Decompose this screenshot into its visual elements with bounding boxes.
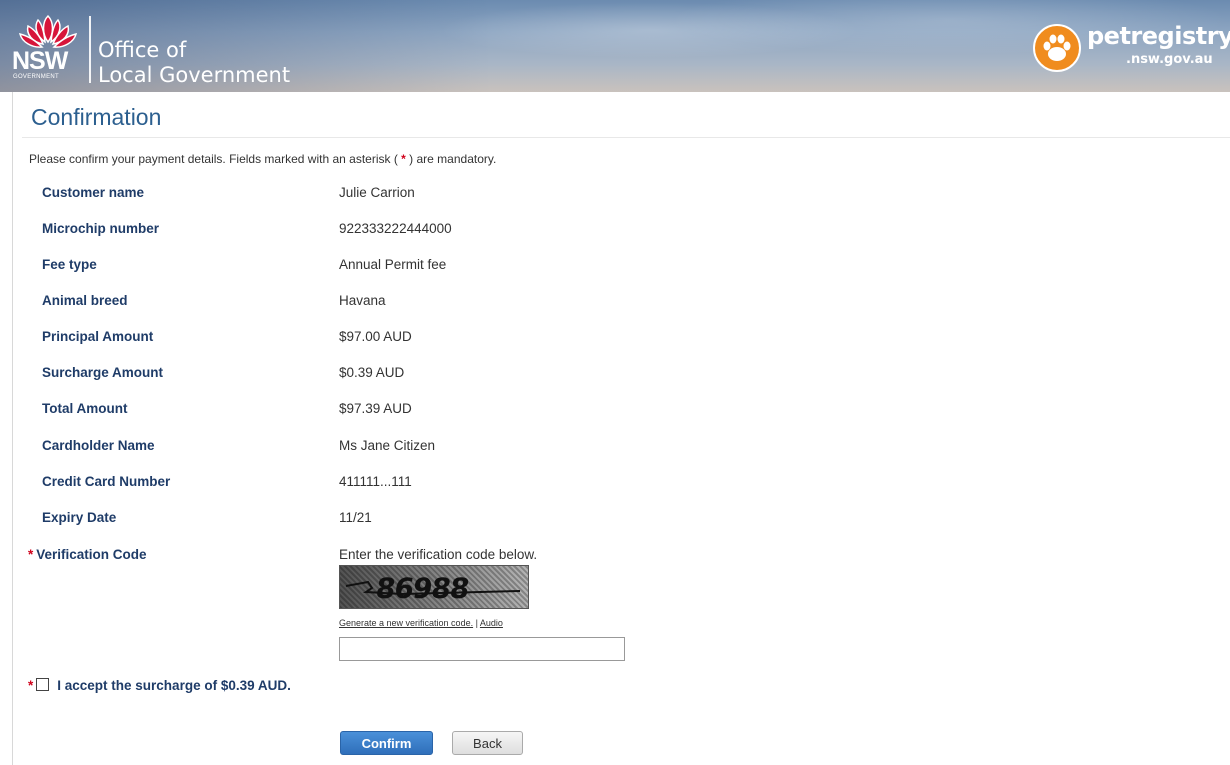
detail-row-microchip-number: Microchip number 922333222444000 — [0, 221, 1230, 241]
detail-label: Surcharge Amount — [42, 365, 164, 380]
office-title-line1: Office of — [98, 38, 187, 62]
detail-row-customer-name: Customer name Julie Carrion — [0, 185, 1230, 205]
detail-label: Credit Card Number — [42, 474, 171, 489]
detail-value: Annual Permit fee — [339, 257, 447, 272]
detail-row-principal-amount: Principal Amount $97.00 AUD — [0, 329, 1230, 349]
petregistry-name: petregistry — [1087, 22, 1230, 50]
link-separator: | — [473, 618, 480, 628]
regenerate-captcha-link[interactable]: Generate a new verification code. — [339, 618, 473, 628]
detail-value: 922333222444000 — [339, 221, 452, 236]
detail-row-surcharge-amount: Surcharge Amount $0.39 AUD — [0, 365, 1230, 385]
detail-value: Ms Jane Citizen — [339, 438, 436, 453]
detail-label: Total Amount — [42, 401, 128, 416]
accept-surcharge-label[interactable]: I accept the surcharge of $0.39 AUD. — [57, 678, 291, 693]
surcharge-acceptance: * I accept the surcharge of $0.39 AUD. — [28, 678, 291, 693]
detail-label: Animal breed — [42, 293, 128, 308]
detail-row-fee-type: Fee type Annual Permit fee — [0, 257, 1230, 277]
detail-label: Expiry Date — [42, 510, 117, 525]
office-title: Office of Local Government — [98, 38, 290, 88]
confirm-button[interactable]: Confirm — [340, 731, 433, 755]
intro-text-start: Please confirm your payment details. Fie… — [29, 152, 402, 166]
detail-value: $97.00 AUD — [339, 329, 412, 344]
petregistry-domain: .nsw.gov.au — [1126, 52, 1213, 67]
captcha-links: Generate a new verification code. | Audi… — [339, 618, 503, 628]
detail-row-credit-card-number: Credit Card Number 411111...111 — [0, 474, 1230, 494]
nsw-government-label: GOVERNMENT — [13, 74, 60, 80]
petregistry-logo[interactable]: petregistry .nsw.gov.au — [1033, 20, 1230, 80]
detail-value: $97.39 AUD — [339, 401, 412, 416]
required-star: * — [28, 547, 34, 562]
captcha-image: 86988 — [339, 565, 529, 609]
detail-label: Principal Amount — [42, 329, 154, 344]
nsw-wordmark: NSW — [12, 47, 68, 75]
back-button[interactable]: Back — [452, 731, 523, 755]
intro-text-end: ) are mandatory. — [405, 152, 497, 166]
header-divider — [89, 16, 91, 83]
detail-row-animal-breed: Animal breed Havana — [0, 293, 1230, 313]
detail-row-expiry-date: Expiry Date 11/21 — [0, 510, 1230, 530]
detail-value: Julie Carrion — [339, 185, 415, 200]
intro-text: Please confirm your payment details. Fie… — [29, 152, 496, 166]
verification-hint: Enter the verification code below. — [339, 547, 538, 562]
required-star: * — [28, 678, 34, 693]
detail-row-cardholder-name: Cardholder Name Ms Jane Citizen — [0, 438, 1230, 458]
page-title: Confirmation — [31, 104, 162, 130]
detail-value: 11/21 — [339, 510, 372, 525]
paw-icon — [1033, 24, 1081, 72]
detail-label: Microchip number — [42, 221, 160, 236]
accept-surcharge-checkbox[interactable] — [36, 678, 50, 691]
detail-value: Havana — [339, 293, 386, 308]
detail-value: $0.39 AUD — [339, 365, 405, 380]
site-header: NSW GOVERNMENT Office of Local Governmen… — [0, 0, 1230, 92]
audio-captcha-link[interactable]: Audio — [480, 618, 503, 628]
verification-code-label: * Verification Code — [28, 547, 147, 562]
verification-code-input[interactable] — [339, 637, 625, 661]
detail-row-total-amount: Total Amount $97.39 AUD — [0, 401, 1230, 421]
detail-label: Customer name — [42, 185, 145, 200]
office-title-line2: Local Government — [98, 63, 291, 87]
detail-value: 411111...111 — [339, 474, 412, 489]
title-divider — [22, 137, 1230, 138]
captcha-noise-line — [345, 580, 521, 596]
detail-label: Cardholder Name — [42, 438, 155, 453]
detail-label: Fee type — [42, 257, 97, 272]
waratah-icon — [18, 14, 78, 48]
verification-code-label-text: Verification Code — [36, 547, 147, 562]
